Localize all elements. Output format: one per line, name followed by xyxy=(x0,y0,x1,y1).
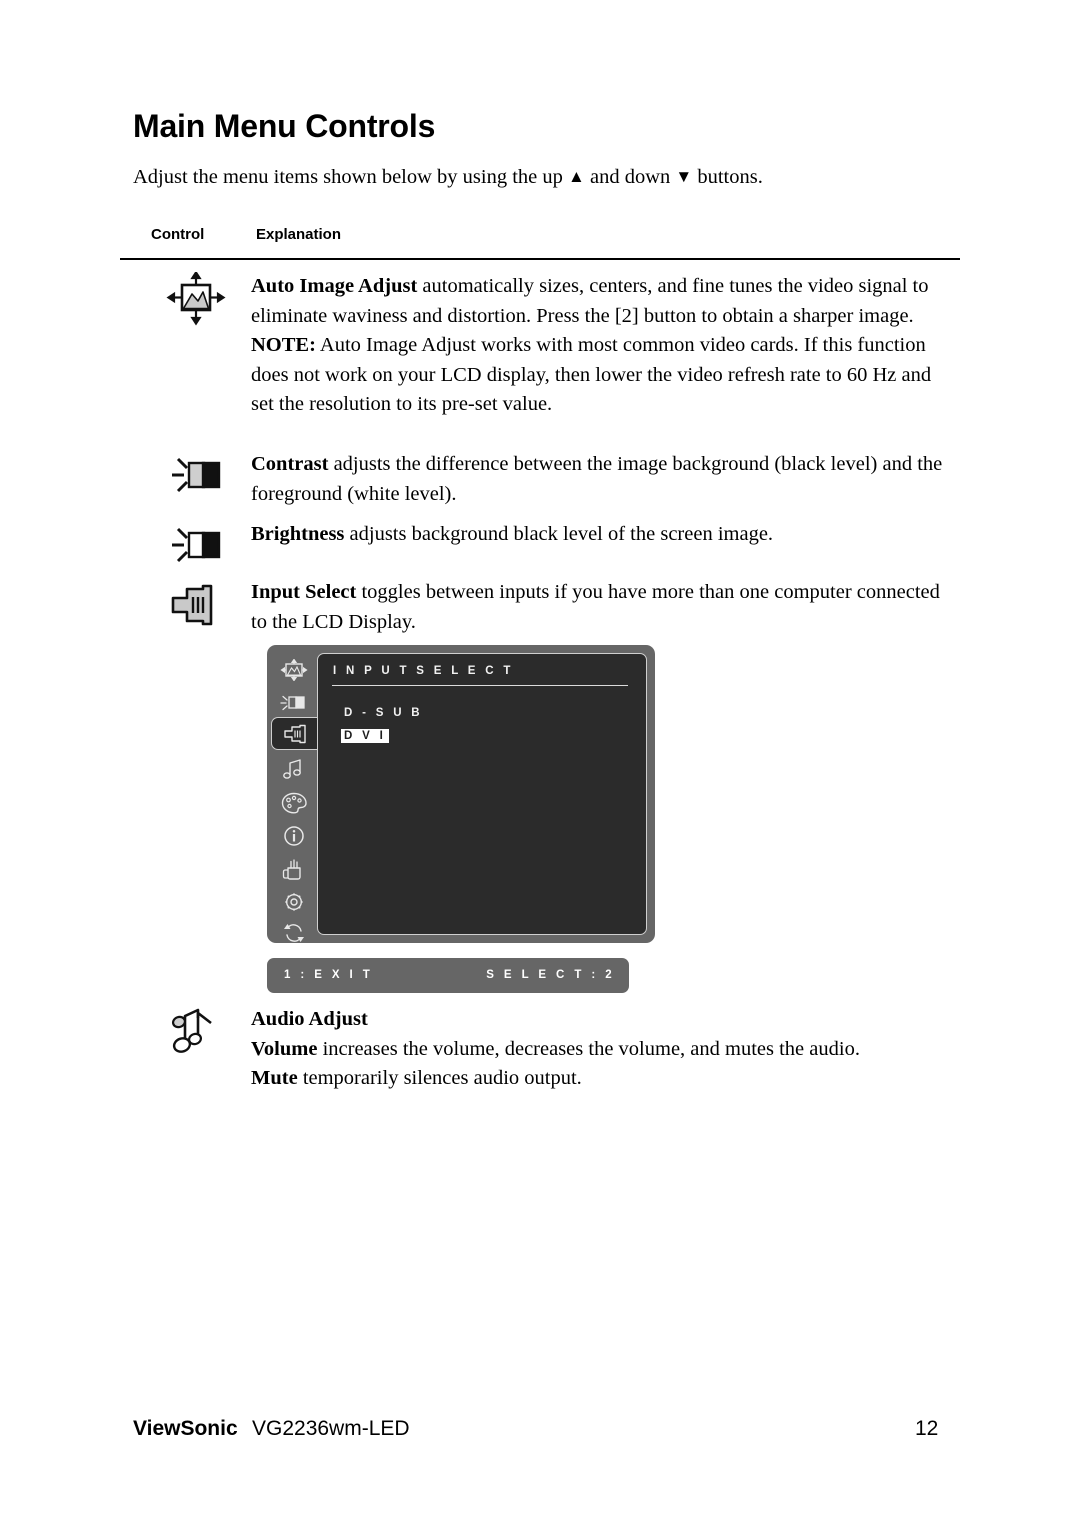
document-page: Main Menu Controls Adjust the menu items… xyxy=(0,0,1080,1527)
auto-image-adjust-icon xyxy=(165,270,235,332)
intro-paragraph: Adjust the menu items shown below by usi… xyxy=(133,166,763,189)
row-text: Auto Image Adjust automatically sizes, c… xyxy=(251,272,957,420)
osd-sidebar-item-memory-recall[interactable] xyxy=(272,916,316,949)
row-text: Input Select toggles between inputs if y… xyxy=(251,578,957,637)
down-triangle-icon: ▼ xyxy=(675,167,693,186)
footer-model: VG2236wm-LED xyxy=(252,1417,410,1440)
osd-footer-select[interactable]: S E L E C T : 2 xyxy=(486,969,615,981)
footer-page-number: 12 xyxy=(915,1417,939,1440)
row-text: Brightness adjusts background black leve… xyxy=(251,520,957,550)
osd-sidebar-item-information[interactable] xyxy=(272,819,316,852)
osd-sidebar-item-audio-adjust[interactable] xyxy=(272,753,316,786)
osd-option-dvi[interactable]: D V I xyxy=(341,729,390,743)
osd-panel: I N P U T S E L E C T D - S U B D V I xyxy=(267,645,655,943)
note-label: NOTE: xyxy=(251,334,316,356)
osd-menu-title: I N P U T S E L E C T xyxy=(333,665,514,677)
osd-option-d-sub[interactable]: D - S U B xyxy=(344,707,423,719)
term-input-select: Input Select xyxy=(251,581,357,603)
osd-sidebar-item-color-adjust[interactable] xyxy=(272,786,316,819)
osd-footer-exit[interactable]: 1 : E X I T xyxy=(284,969,373,981)
body-contrast: adjusts the difference between the image… xyxy=(251,453,943,505)
up-triangle-icon: ▲ xyxy=(568,167,585,186)
term-brightness: Brightness xyxy=(251,523,345,545)
body-brightness: adjusts background black level of the sc… xyxy=(344,523,774,545)
osd-title-divider xyxy=(332,685,628,687)
note-body: Auto Image Adjust works with most common… xyxy=(251,334,932,415)
osd-screenshot: I N P U T S E L E C T D - S U B D V I 1 … xyxy=(267,645,655,993)
intro-text-before: Adjust the menu items shown below by usi… xyxy=(133,166,569,188)
term-auto-image-adjust: Auto Image Adjust xyxy=(251,275,418,297)
osd-sidebar-item-manual-image-adjust[interactable] xyxy=(272,852,316,885)
osd-sidebar-item-auto-image-adjust[interactable] xyxy=(272,653,316,686)
column-header-explanation: Explanation xyxy=(256,226,342,243)
osd-sidebar-item-setup-menu[interactable] xyxy=(272,885,316,918)
brightness-icon xyxy=(165,520,235,580)
osd-sidebar-item-input-select[interactable] xyxy=(271,717,321,750)
footer-brand: ViewSonic xyxy=(133,1417,238,1440)
heading-audio-adjust: Audio Adjust xyxy=(251,1008,368,1030)
osd-footer-bar: 1 : E X I T S E L E C T : 2 xyxy=(267,958,629,993)
term-volume: Volume xyxy=(251,1037,318,1060)
term-mute: Mute xyxy=(251,1067,298,1089)
contrast-icon xyxy=(165,450,235,510)
term-contrast: Contrast xyxy=(251,453,329,475)
row-text: Contrast adjusts the difference between … xyxy=(251,450,957,509)
row-text: Audio Adjust Volume increases the volume… xyxy=(251,1005,957,1094)
osd-sidebar-item-brightness-contrast[interactable] xyxy=(272,686,316,719)
intro-text-middle: and down xyxy=(584,166,676,188)
input-select-icon xyxy=(165,578,235,638)
audio-note-icon xyxy=(165,1005,235,1065)
body-volume: increases the volume, decreases the volu… xyxy=(317,1037,860,1060)
page-title: Main Menu Controls xyxy=(133,108,436,144)
intro-text-after: buttons. xyxy=(692,166,763,188)
header-divider xyxy=(120,258,960,260)
osd-content-panel: I N P U T S E L E C T D - S U B D V I xyxy=(317,653,647,935)
osd-sidebar xyxy=(267,645,321,943)
body-mute: temporarily silences audio output. xyxy=(297,1067,582,1089)
column-header-control: Control xyxy=(151,226,205,243)
